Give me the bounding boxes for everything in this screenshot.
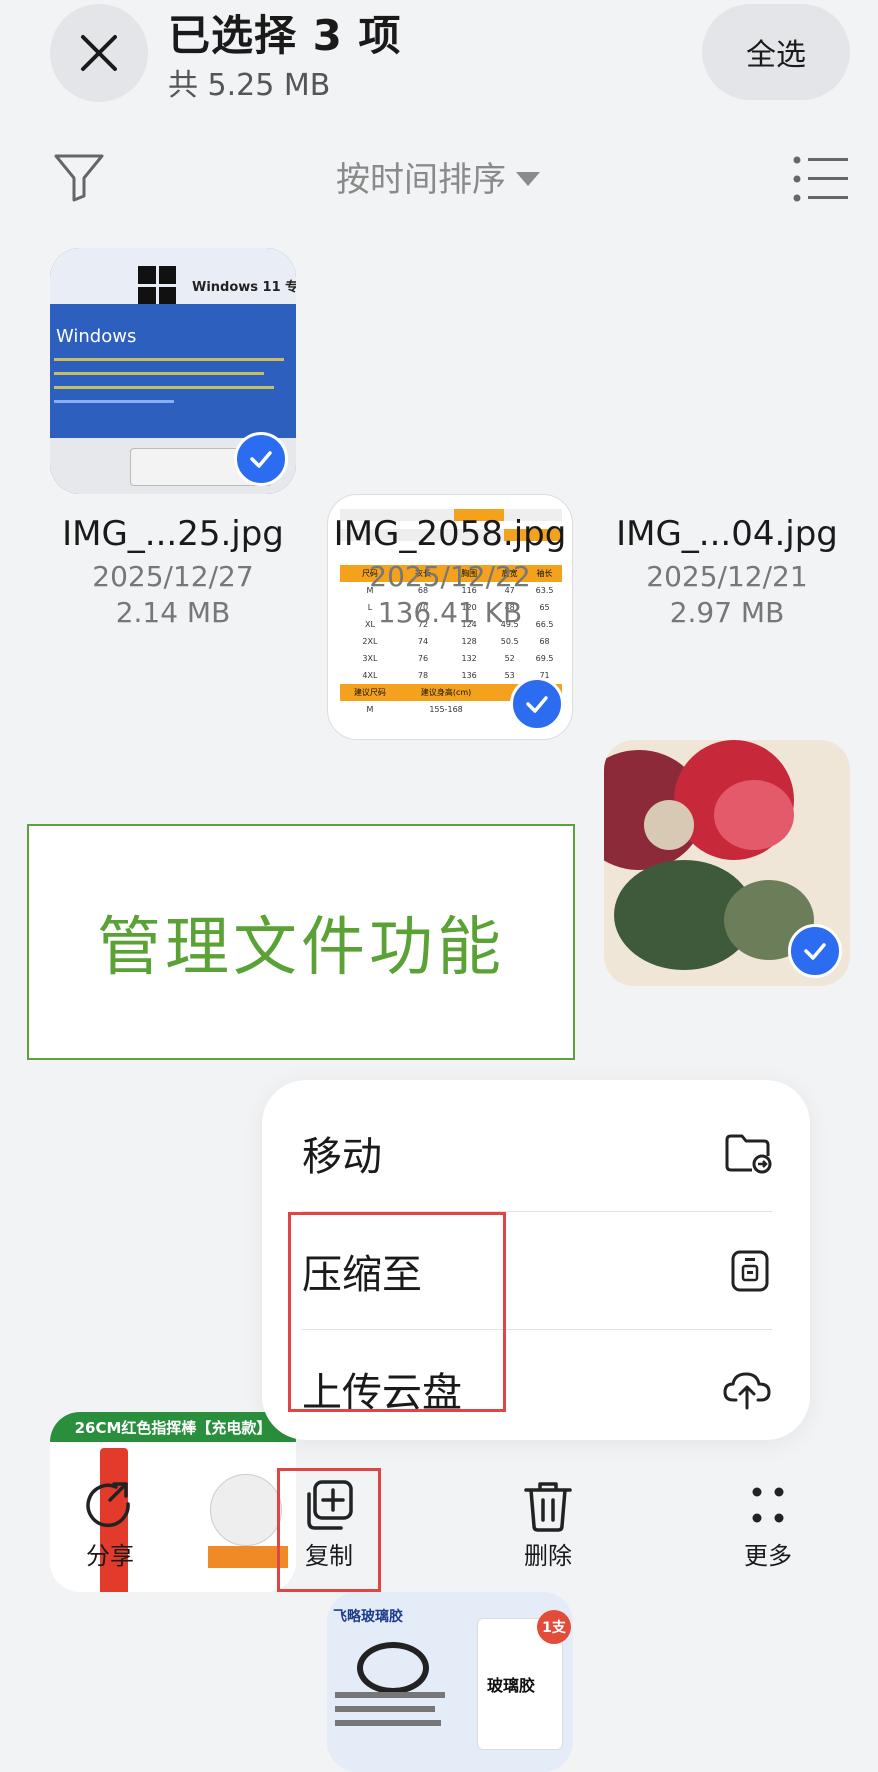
share-label: 分享: [86, 1542, 134, 1570]
close-icon: [81, 35, 117, 71]
page-title: 已选择 3 项: [168, 11, 402, 60]
share-button[interactable]: 分享: [50, 1478, 170, 1571]
sort-label: 按时间排序: [336, 160, 506, 200]
select-all-button[interactable]: 全选: [702, 4, 850, 100]
delete-button[interactable]: 删除: [488, 1478, 608, 1571]
file-size: 2.97 MB: [669, 596, 785, 629]
share-icon: [86, 1482, 130, 1528]
selected-check-icon[interactable]: [510, 677, 564, 731]
thumb-text: 飞略玻璃胶: [333, 1609, 403, 1625]
selection-size: 共 5.25 MB: [168, 68, 331, 103]
highlight-box: [277, 1468, 381, 1592]
annotation-text: 管理文件功能: [97, 911, 505, 985]
cloud-upload-icon: [723, 1372, 771, 1410]
thumb-text: Windows 11 专业版: [192, 280, 296, 295]
file-date: 2025/12/27: [92, 560, 254, 593]
filter-icon[interactable]: [52, 150, 106, 204]
archive-icon: [731, 1250, 769, 1292]
list-view-icon[interactable]: [792, 154, 848, 204]
file-thumbnail[interactable]: 飞略玻璃胶 玻璃胶 1支: [327, 1592, 573, 1772]
file-name: IMG_2058.jpg: [333, 514, 567, 554]
selected-check-icon[interactable]: [234, 432, 288, 486]
annotation-banner: 管理文件功能: [27, 824, 575, 1060]
highlight-box: [288, 1212, 506, 1412]
thumb-text: 玻璃胶: [487, 1676, 536, 1695]
file-thumbnail[interactable]: [604, 740, 850, 986]
file-thumbnail[interactable]: Windows 11 专业版 Windows: [50, 248, 296, 494]
menu-item-label: 移动: [302, 1134, 382, 1180]
thumb-text: Windows: [56, 326, 137, 347]
menu-item-move[interactable]: 移动: [302, 1094, 772, 1212]
caret-down-icon: [516, 171, 540, 186]
file-date: 2025/12/22: [369, 560, 531, 593]
delete-label: 删除: [524, 1542, 572, 1570]
file-size: 2.14 MB: [115, 596, 231, 629]
file-date: 2025/12/21: [646, 560, 808, 593]
trash-icon: [524, 1482, 572, 1532]
more-label: 更多: [744, 1542, 792, 1570]
windows-logo-icon: [138, 266, 176, 304]
thumb-text: 26CM红色指挥棒【充电款】: [50, 1412, 296, 1442]
more-button[interactable]: 更多: [708, 1478, 828, 1571]
file-size: 136.41 KB: [377, 596, 523, 629]
file-name: IMG_...25.jpg: [62, 514, 284, 554]
more-icon: [752, 1487, 784, 1523]
thumb-badge: 1支: [537, 1610, 571, 1644]
close-button[interactable]: [50, 4, 148, 102]
file-name: IMG_...04.jpg: [616, 514, 838, 554]
sort-dropdown[interactable]: 按时间排序: [336, 152, 540, 201]
selected-check-icon[interactable]: [788, 924, 842, 978]
folder-move-icon: [725, 1134, 772, 1174]
